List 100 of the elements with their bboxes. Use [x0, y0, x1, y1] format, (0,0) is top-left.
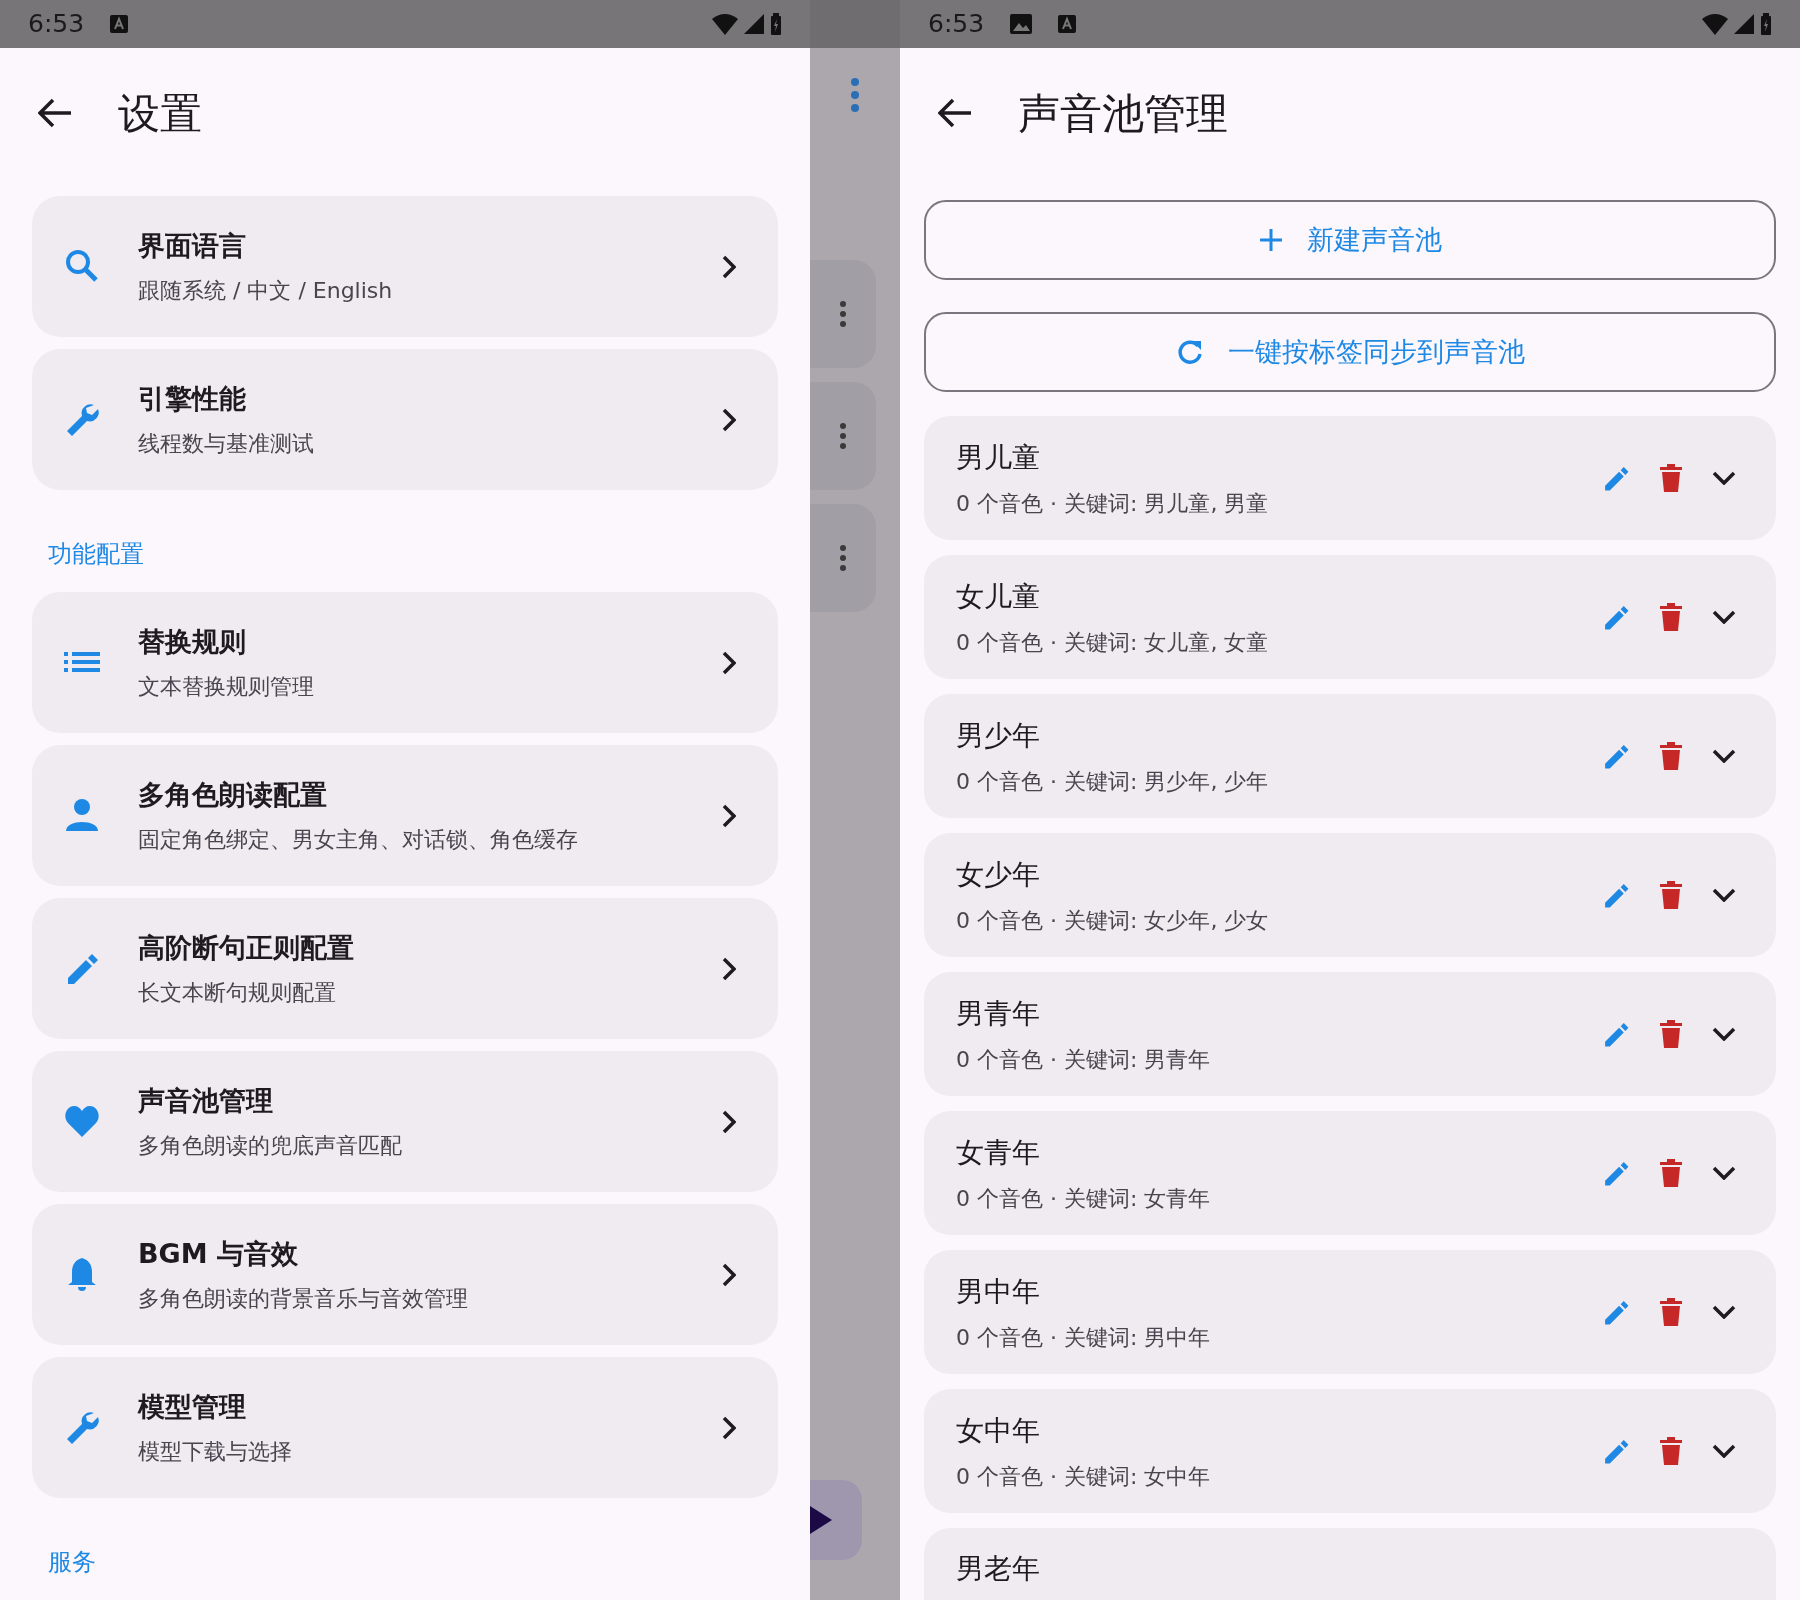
expand-button[interactable] [1712, 610, 1736, 624]
status-time: 6:53 [28, 8, 85, 41]
pencil-icon [1602, 1159, 1630, 1187]
page-title: 设置 [118, 87, 202, 140]
font-icon [1058, 15, 1077, 33]
edit-button[interactable] [1602, 1437, 1630, 1465]
pool-name: 男老年 [956, 1551, 1041, 1587]
edit-button[interactable] [1602, 1159, 1630, 1187]
delete-button[interactable] [1660, 464, 1682, 492]
settings-item[interactable]: 多角色朗读配置 固定角色绑定、男女主角、对话锁、角色缓存 [32, 745, 778, 886]
battery-icon [770, 13, 782, 35]
chevron-down-icon [1712, 1305, 1736, 1319]
item-title: 声音池管理 [138, 1083, 274, 1118]
settings-item[interactable]: 界面语言 跟随系统 / 中文 / English [32, 196, 778, 337]
refresh-icon [1175, 338, 1204, 366]
back-arrow-icon [938, 98, 972, 128]
pool-name: 男少年 [956, 717, 1041, 754]
pool-detail: 0 个音色 · 关键词: 女少年, 少女 [956, 906, 1270, 935]
image-icon [1010, 14, 1033, 34]
settings-item[interactable]: 声音池管理 多角色朗读的兜底声音匹配 [32, 1051, 778, 1192]
section-header: 服务 [47, 1547, 97, 1578]
pool-name: 男儿童 [956, 439, 1041, 476]
edit-button[interactable] [1602, 603, 1630, 631]
expand-button[interactable] [1712, 1305, 1736, 1319]
item-title: BGM 与音效 [138, 1236, 299, 1271]
chevron-right-icon [722, 1262, 736, 1287]
chevron-right-icon [722, 1415, 736, 1440]
delete-button[interactable] [1660, 881, 1682, 909]
item-title: 模型管理 [138, 1389, 247, 1424]
chevron-down-icon [1712, 610, 1736, 624]
signal-icon [1734, 14, 1754, 34]
signal-icon [744, 14, 764, 34]
item-title: 替换规则 [138, 624, 247, 659]
settings-item[interactable]: 引擎性能 线程数与基准测试 [32, 349, 778, 490]
chevron-right-icon [722, 1109, 736, 1134]
settings-item[interactable]: BGM 与音效 多角色朗读的背景音乐与音效管理 [32, 1204, 778, 1345]
settings-item[interactable]: 模型管理 模型下载与选择 [32, 1357, 778, 1498]
item-subtitle: 多角色朗读的兜底声音匹配 [138, 1132, 403, 1161]
play-button[interactable] [810, 1480, 862, 1560]
chevron-down-icon [1712, 749, 1736, 763]
delete-button[interactable] [1660, 603, 1682, 631]
pencil-icon [1602, 742, 1630, 770]
pencil-icon [1602, 464, 1630, 492]
edit-button[interactable] [1602, 1298, 1630, 1326]
delete-button[interactable] [1660, 1159, 1682, 1187]
item-subtitle: 文本替换规则管理 [138, 673, 315, 702]
pool-name: 女青年 [956, 1134, 1041, 1171]
chevron-right-icon [722, 254, 736, 279]
edit-button[interactable] [1602, 464, 1630, 492]
pool-name: 男中年 [956, 1273, 1041, 1310]
item-subtitle: 跟随系统 / 中文 / English [138, 277, 394, 306]
chevron-right-icon [722, 407, 736, 432]
expand-button[interactable] [1712, 1166, 1736, 1180]
plus-icon [1258, 228, 1283, 252]
font-icon [110, 15, 129, 33]
chevron-right-icon [722, 803, 736, 828]
pool-detail: 0 个音色 · 关键词: 男儿童, 男童 [956, 489, 1270, 518]
trash-icon [1660, 464, 1682, 492]
pool-detail: 0 个音色 · 关键词: 女青年 [956, 1184, 1212, 1213]
trash-icon [1660, 1298, 1682, 1326]
chevron-right-icon [722, 956, 736, 981]
expand-button[interactable] [1712, 1444, 1736, 1458]
settings-item[interactable]: 替换规则 文本替换规则管理 [32, 592, 778, 733]
expand-button[interactable] [1712, 888, 1736, 902]
pool-detail: 0 个音色 · 关键词: 女儿童, 女童 [956, 628, 1270, 657]
pool-name: 女中年 [956, 1412, 1041, 1449]
pencil-icon [1602, 881, 1630, 909]
item-subtitle: 长文本断句规则配置 [138, 979, 337, 1008]
trash-icon [1660, 603, 1682, 631]
pool-name: 男青年 [956, 995, 1041, 1032]
more-icon [840, 545, 846, 571]
chevron-down-icon [1712, 1166, 1736, 1180]
chevron-down-icon [1712, 888, 1736, 902]
item-subtitle: 多角色朗读的背景音乐与音效管理 [138, 1285, 469, 1314]
more-icon [840, 301, 846, 327]
wifi-icon [1702, 13, 1728, 35]
item-subtitle: 固定角色绑定、男女主角、对话锁、角色缓存 [138, 826, 579, 855]
item-subtitle: 线程数与基准测试 [138, 430, 315, 459]
delete-button[interactable] [1660, 1020, 1682, 1048]
item-title: 多角色朗读配置 [138, 777, 328, 812]
settings-item[interactable]: 高阶断句正则配置 长文本断句规则配置 [32, 898, 778, 1039]
trash-icon [1660, 1020, 1682, 1048]
item-title: 高阶断句正则配置 [138, 930, 355, 965]
delete-button[interactable] [1660, 1437, 1682, 1465]
pool-detail: 0 个音色 · 关键词: 男中年 [956, 1323, 1212, 1352]
expand-button[interactable] [1712, 749, 1736, 763]
edit-button[interactable] [1602, 881, 1630, 909]
pool-detail: 0 个音色 · 关键词: 女中年 [956, 1462, 1212, 1491]
delete-button[interactable] [1660, 742, 1682, 770]
chevron-down-icon [1712, 1027, 1736, 1041]
more-icon [851, 78, 859, 112]
expand-button[interactable] [1712, 471, 1736, 485]
edit-button[interactable] [1602, 1020, 1630, 1048]
expand-button[interactable] [1712, 1027, 1736, 1041]
delete-button[interactable] [1660, 1298, 1682, 1326]
pool-detail: 0 个音色 · 关键词: 男少年, 少年 [956, 767, 1270, 796]
edit-button[interactable] [1602, 742, 1630, 770]
chevron-down-icon [1712, 471, 1736, 485]
wifi-icon [712, 13, 738, 35]
battery-icon [1760, 13, 1772, 35]
